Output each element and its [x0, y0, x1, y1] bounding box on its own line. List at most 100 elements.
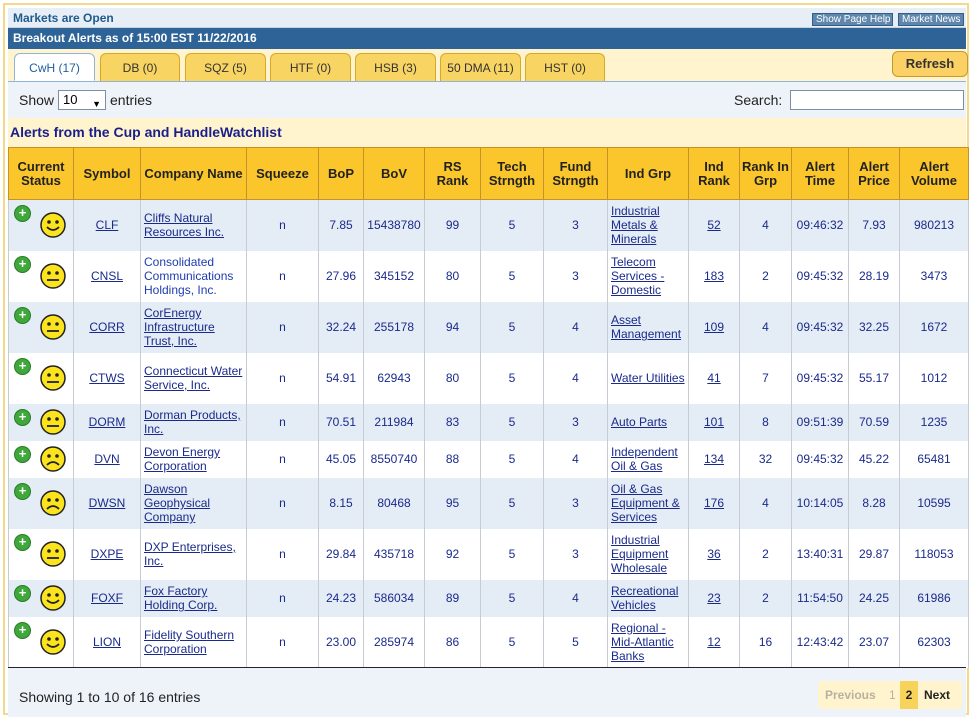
column-header[interactable]: BoV: [363, 147, 425, 200]
column-header[interactable]: Alert Volume: [899, 147, 969, 200]
alert-time-cell: 09:45:32: [791, 250, 849, 302]
column-header[interactable]: Company Name: [140, 147, 247, 200]
symbol-link[interactable]: FOXF: [91, 591, 123, 605]
company-link[interactable]: Dorman Products, Inc.: [144, 408, 241, 436]
alert-volume-cell: 62303: [899, 616, 969, 668]
show-page-help-button[interactable]: Show Page Help: [812, 13, 893, 26]
add-alert-icon[interactable]: +: [14, 482, 31, 500]
add-alert-icon[interactable]: +: [14, 205, 31, 222]
symbol-link[interactable]: DWSN: [89, 496, 126, 510]
column-header[interactable]: Fund Strngth: [543, 147, 608, 200]
ind-rank-link[interactable]: 101: [704, 415, 724, 429]
symbol-link[interactable]: DVN: [94, 452, 119, 466]
symbol-link[interactable]: CNSL: [91, 269, 123, 283]
rank-in-grp-cell: 4: [739, 199, 792, 251]
previous-page-button[interactable]: Previous: [825, 681, 876, 709]
industry-group-link[interactable]: Telecom Services - Domestic: [611, 255, 664, 297]
list-title: Alerts from the Cup and HandleWatchlist: [10, 124, 282, 140]
industry-group-link[interactable]: Asset Management: [611, 313, 681, 341]
industry-group-link[interactable]: Independent Oil & Gas: [611, 445, 678, 473]
company-link[interactable]: DXP Enterprises, Inc.: [144, 540, 236, 568]
add-alert-icon[interactable]: +: [14, 445, 31, 463]
add-alert-icon[interactable]: +: [14, 621, 31, 639]
column-header[interactable]: Squeeze: [246, 147, 319, 200]
list-header: Alerts from the Cup and HandleWatchlist: [8, 118, 966, 147]
tab-4[interactable]: HTF (0): [270, 53, 351, 81]
refresh-button[interactable]: Refresh: [892, 51, 968, 77]
column-header[interactable]: RS Rank: [424, 147, 481, 200]
industry-group-link[interactable]: Auto Parts: [611, 415, 667, 429]
column-header[interactable]: Tech Strngth: [480, 147, 544, 200]
fund-strength-cell: 4: [543, 352, 608, 404]
column-header[interactable]: Symbol: [73, 147, 141, 200]
column-header[interactable]: BoP: [318, 147, 364, 200]
industry-group-link[interactable]: Water Utilities: [611, 371, 685, 385]
company-link[interactable]: Connecticut Water Service, Inc.: [144, 364, 242, 392]
add-alert-icon[interactable]: +: [14, 584, 31, 602]
alert-price-cell: 8.28: [848, 477, 900, 529]
ind-rank-link[interactable]: 52: [707, 218, 720, 232]
search-input[interactable]: [790, 90, 964, 110]
alert-price-cell: 32.25: [848, 301, 900, 353]
column-header[interactable]: Alert Price: [848, 147, 900, 200]
symbol-link[interactable]: CTWS: [89, 371, 124, 385]
ind-rank-link[interactable]: 41: [707, 371, 720, 385]
ind-rank-link[interactable]: 36: [707, 547, 720, 561]
industry-group-link[interactable]: Regional - Mid-Atlantic Banks: [611, 621, 674, 663]
company-link[interactable]: Cliffs Natural Resources Inc.: [144, 211, 224, 239]
alert-price-cell: 29.87: [848, 528, 900, 580]
tab-7[interactable]: HST (0): [525, 53, 605, 81]
ind-grp-cell: Telecom Services - Domestic: [607, 250, 689, 302]
ind-rank-link[interactable]: 134: [704, 452, 724, 466]
column-header[interactable]: Alert Time: [791, 147, 849, 200]
company-link[interactable]: Dawson Geophysical Company: [144, 482, 210, 524]
table-row: + DWSN Dawson Geophysical Company n 8.15 8046…: [8, 477, 969, 529]
symbol-cell: DXPE: [73, 528, 141, 580]
tab-2[interactable]: DB (0): [100, 53, 180, 81]
column-header[interactable]: Ind Rank: [688, 147, 740, 200]
alert-price-cell: 70.59: [848, 403, 900, 441]
company-link[interactable]: Fox Factory Holding Corp.: [144, 584, 217, 612]
page-1-button[interactable]: 1: [889, 681, 896, 709]
add-alert-icon[interactable]: +: [14, 255, 31, 273]
alerts-table-wrap: Current Status Symbol Company Name Squeeze B…: [8, 147, 970, 668]
company-link[interactable]: Consolidated Communications Holdings, In…: [144, 255, 233, 297]
tab-1[interactable]: CwH (17): [14, 53, 95, 81]
tab-3[interactable]: SQZ (5): [185, 53, 266, 81]
industry-group-link[interactable]: Industrial Metals & Minerals: [611, 204, 660, 246]
symbol-link[interactable]: CORR: [89, 320, 124, 334]
column-header[interactable]: Current Status: [8, 147, 74, 200]
ind-rank-link[interactable]: 109: [704, 320, 724, 334]
industry-group-link[interactable]: Recreational Vehicles: [611, 584, 678, 612]
tab-5[interactable]: HSB (3): [355, 53, 436, 81]
add-alert-icon[interactable]: +: [14, 533, 31, 551]
ind-rank-link[interactable]: 12: [707, 635, 720, 649]
symbol-link[interactable]: LION: [93, 635, 121, 649]
ind-rank-link[interactable]: 176: [704, 496, 724, 510]
add-alert-icon[interactable]: +: [14, 306, 31, 324]
next-page-button[interactable]: Next: [924, 681, 950, 709]
squeeze-cell: n: [246, 579, 319, 617]
page-size-select[interactable]: 10 ▼: [58, 90, 106, 110]
market-news-button[interactable]: Market News: [898, 13, 964, 26]
alert-volume-cell: 118053: [899, 528, 969, 580]
page-2-button[interactable]: 2: [900, 681, 918, 709]
company-link[interactable]: CorEnergy Infrastructure Trust, Inc.: [144, 306, 215, 348]
column-header[interactable]: Ind Grp: [607, 147, 689, 200]
ind-rank-link[interactable]: 23: [707, 591, 720, 605]
industry-group-link[interactable]: Oil & Gas Equipment & Services: [611, 482, 680, 524]
ind-rank-link[interactable]: 183: [704, 269, 724, 283]
symbol-link[interactable]: DXPE: [91, 547, 124, 561]
company-link[interactable]: Devon Energy Corporation: [144, 445, 220, 473]
symbol-link[interactable]: CLF: [96, 218, 119, 232]
table-row: + DORM Dorman Products, Inc. n 70.51 211984 83…: [8, 403, 969, 441]
tech-strength-cell: 5: [480, 616, 544, 668]
add-alert-icon[interactable]: +: [14, 357, 31, 375]
industry-group-link[interactable]: Industrial Equipment Wholesale: [611, 533, 668, 575]
tech-strength-cell: 5: [480, 440, 544, 478]
tab-6[interactable]: 50 DMA (11): [440, 53, 521, 81]
add-alert-icon[interactable]: +: [14, 408, 31, 426]
column-header[interactable]: Rank In Grp: [739, 147, 792, 200]
symbol-link[interactable]: DORM: [89, 415, 126, 429]
company-link[interactable]: Fidelity Southern Corporation: [144, 628, 234, 656]
